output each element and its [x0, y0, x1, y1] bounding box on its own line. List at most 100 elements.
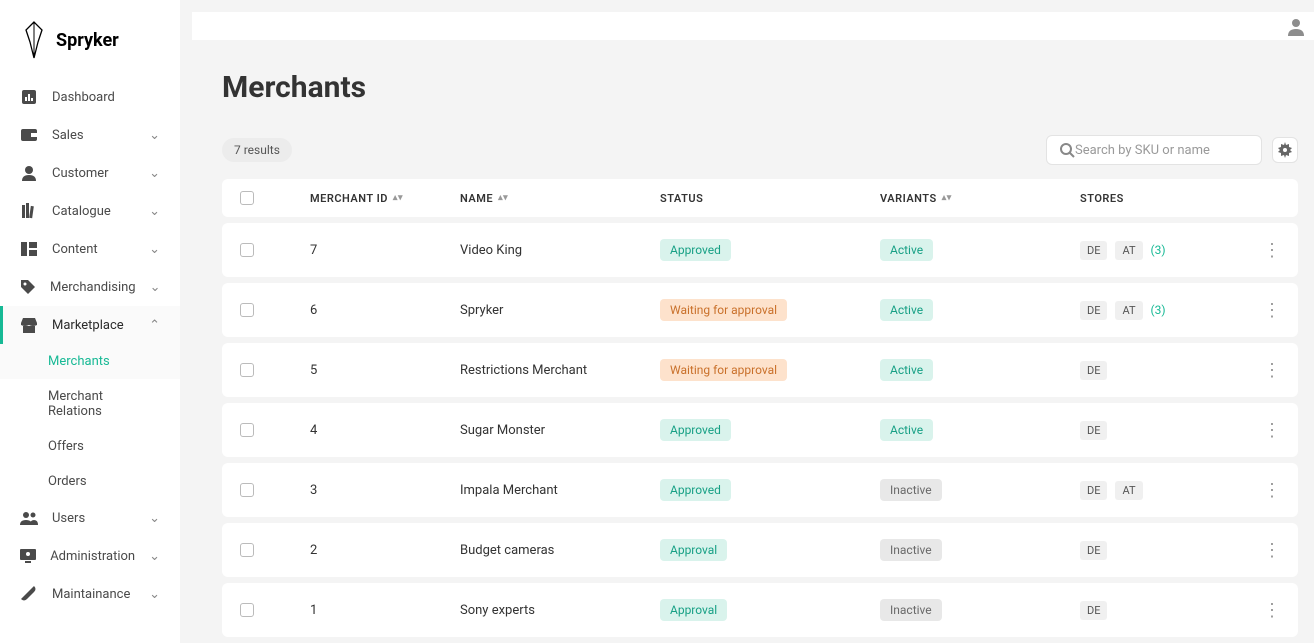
- row-checkbox[interactable]: [240, 303, 254, 317]
- row-checkbox[interactable]: [240, 243, 254, 257]
- search-icon: [1059, 142, 1075, 158]
- sidebar-item-dashboard[interactable]: Dashboard: [0, 78, 180, 116]
- table-row: 2Budget camerasApprovalInactiveDE⋮: [222, 523, 1298, 577]
- row-checkbox[interactable]: [240, 363, 254, 377]
- sort-icon: ▴▾: [393, 196, 403, 201]
- cell-name: Sugar Monster: [460, 423, 660, 438]
- row-actions-button[interactable]: ⋮: [1240, 540, 1280, 561]
- sidebar-subitem-orders[interactable]: Orders: [0, 464, 180, 499]
- chevron-down-icon: ⌄: [150, 280, 161, 295]
- row-actions-button[interactable]: ⋮: [1240, 600, 1280, 621]
- cell-name: Impala Merchant: [460, 483, 660, 498]
- table-row: 4Sugar MonsterApprovedActiveDE⋮: [222, 403, 1298, 457]
- sidebar-item-label: Maintainance: [52, 587, 135, 602]
- page-title: Merchants: [222, 70, 1298, 105]
- sidebar-item-label: Administration: [50, 549, 135, 564]
- sort-icon: ▴▾: [498, 196, 508, 201]
- table-row: 3Impala MerchantApprovedInactiveDEAT⋮: [222, 463, 1298, 517]
- cell-stores: DE: [1080, 421, 1240, 440]
- variant-badge: Active: [880, 299, 933, 321]
- sidebar-item-sales[interactable]: Sales ⌄: [0, 116, 180, 154]
- store-badge: DE: [1080, 601, 1107, 620]
- table-settings-button[interactable]: [1272, 137, 1298, 163]
- books-icon: [20, 202, 38, 220]
- table-toolbar: 7 results: [222, 135, 1298, 165]
- col-merchant-id[interactable]: MERCHANT ID▴▾: [310, 192, 460, 205]
- user-avatar-icon[interactable]: [1286, 16, 1306, 36]
- cell-name: Video King: [460, 243, 660, 258]
- cell-stores: DE AT: [1080, 481, 1240, 500]
- main-nav: Dashboard Sales ⌄ Customer ⌄ Catalogue ⌄…: [0, 78, 180, 643]
- status-badge: Waiting for approval: [660, 299, 787, 321]
- main-area: Merchants 7 results MERCHANT ID▴▾: [180, 0, 1314, 643]
- sidebar-item-label: Dashboard: [52, 90, 160, 105]
- store-badge: DE: [1080, 301, 1107, 320]
- cell-merchant-id: 5: [310, 363, 460, 378]
- sidebar-item-marketplace[interactable]: Marketplace ⌃: [0, 306, 180, 344]
- chevron-down-icon: ⌄: [149, 511, 160, 526]
- row-checkbox[interactable]: [240, 423, 254, 437]
- row-actions-button[interactable]: ⋮: [1240, 300, 1280, 321]
- cell-stores: DE AT (3): [1080, 301, 1240, 320]
- cell-name: Restrictions Merchant: [460, 363, 660, 378]
- sidebar-item-label: Merchandising: [50, 280, 136, 295]
- sidebar-item-merchandising[interactable]: Merchandising ⌄: [0, 268, 180, 306]
- chevron-down-icon: ⌄: [149, 549, 160, 564]
- sidebar-item-label: Catalogue: [52, 204, 135, 219]
- store-badge: AT: [1115, 301, 1142, 320]
- store-badge: AT: [1115, 481, 1142, 500]
- user-icon: [20, 164, 38, 182]
- search-box[interactable]: [1046, 135, 1262, 165]
- sidebar-item-users[interactable]: Users ⌄: [0, 499, 180, 537]
- stores-more-link[interactable]: (3): [1151, 303, 1166, 317]
- sidebar-item-maintainance[interactable]: Maintainance ⌄: [0, 575, 180, 613]
- brand-logo[interactable]: Spryker: [0, 12, 180, 78]
- store-badge: AT: [1115, 241, 1142, 260]
- row-actions-button[interactable]: ⋮: [1240, 240, 1280, 261]
- chevron-down-icon: ⌄: [149, 128, 160, 143]
- sidebar-item-administration[interactable]: Administration ⌄: [0, 537, 180, 575]
- row-actions-button[interactable]: ⋮: [1240, 420, 1280, 441]
- col-name[interactable]: NAME▴▾: [460, 192, 660, 205]
- select-all-checkbox[interactable]: [240, 191, 254, 205]
- row-actions-button[interactable]: ⋮: [1240, 480, 1280, 501]
- cell-merchant-id: 1: [310, 603, 460, 618]
- col-status: STATUS: [660, 192, 880, 205]
- chart-bar-icon: [20, 88, 38, 106]
- stores-more-link[interactable]: (3): [1151, 243, 1166, 257]
- sidebar-subitem-offers[interactable]: Offers: [0, 429, 180, 464]
- results-count: 7 results: [222, 138, 292, 162]
- col-variants[interactable]: VARIANTS▴▾: [880, 192, 1080, 205]
- sidebar-item-customer[interactable]: Customer ⌄: [0, 154, 180, 192]
- merchants-table: MERCHANT ID▴▾ NAME▴▾ STATUS VARIANTS▴▾ S…: [222, 179, 1298, 637]
- status-badge: Approved: [660, 479, 731, 501]
- sidebar-subitem-merchants[interactable]: Merchants: [0, 344, 180, 379]
- row-actions-button[interactable]: ⋮: [1240, 360, 1280, 381]
- sidebar-item-content[interactable]: Content ⌄: [0, 230, 180, 268]
- row-checkbox[interactable]: [240, 543, 254, 557]
- row-checkbox[interactable]: [240, 483, 254, 497]
- page-content: Merchants 7 results MERCHANT ID▴▾: [180, 40, 1314, 643]
- search-input[interactable]: [1075, 143, 1249, 158]
- cell-merchant-id: 6: [310, 303, 460, 318]
- chevron-up-icon: ⌃: [149, 318, 160, 333]
- table-row: 6SprykerWaiting for approvalActiveDEAT(3…: [222, 283, 1298, 337]
- sidebar-item-catalogue[interactable]: Catalogue ⌄: [0, 192, 180, 230]
- variant-badge: Active: [880, 419, 933, 441]
- table-row: 7Video KingApprovedActiveDEAT(3)⋮: [222, 223, 1298, 277]
- cell-merchant-id: 7: [310, 243, 460, 258]
- store-badge: DE: [1080, 361, 1107, 380]
- marketplace-submenu: Merchants Merchant Relations Offers Orde…: [0, 344, 180, 499]
- table-row: 5Restrictions MerchantWaiting for approv…: [222, 343, 1298, 397]
- brand-name: Spryker: [56, 30, 119, 51]
- sidebar: Spryker Dashboard Sales ⌄ Customer ⌄ Cat…: [0, 0, 180, 643]
- chevron-down-icon: ⌄: [149, 587, 160, 602]
- col-stores: STORES: [1080, 192, 1240, 205]
- status-badge: Approved: [660, 419, 731, 441]
- store-badge: DE: [1080, 421, 1107, 440]
- cell-merchant-id: 3: [310, 483, 460, 498]
- store-badge: DE: [1080, 481, 1107, 500]
- row-checkbox[interactable]: [240, 603, 254, 617]
- store-icon: [20, 316, 38, 334]
- sidebar-subitem-merchant-relations[interactable]: Merchant Relations: [0, 379, 180, 429]
